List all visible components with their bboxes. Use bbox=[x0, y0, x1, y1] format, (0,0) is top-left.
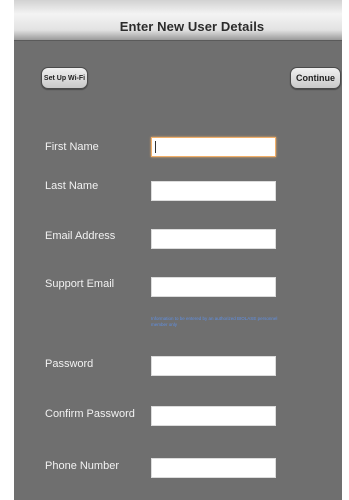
support-email-label: Support Email bbox=[45, 278, 115, 290]
set-up-wifi-button[interactable]: Set Up Wi-Fi bbox=[41, 67, 88, 89]
confirm-password-label: Confirm Password bbox=[45, 408, 135, 420]
continue-button[interactable]: Continue bbox=[290, 67, 341, 89]
support-email-note: Information to be entered by an authoriz… bbox=[151, 316, 278, 327]
phone-number-label: Phone Number bbox=[45, 460, 119, 472]
last-name-label: Last Name bbox=[45, 180, 99, 192]
support-email-field[interactable] bbox=[151, 277, 276, 297]
last-name-field[interactable] bbox=[151, 181, 276, 201]
first-name-field[interactable] bbox=[151, 137, 276, 157]
title-bar: Enter New User Details bbox=[14, 0, 342, 41]
email-address-label: Email Address bbox=[45, 230, 116, 242]
phone-number-field[interactable] bbox=[151, 458, 276, 478]
password-label: Password bbox=[45, 358, 94, 370]
email-address-field[interactable] bbox=[151, 229, 276, 249]
confirm-password-field[interactable] bbox=[151, 406, 276, 426]
first-name-label: First Name bbox=[45, 141, 99, 153]
page-title: Enter New User Details bbox=[119, 18, 265, 34]
password-field[interactable] bbox=[151, 356, 276, 376]
app-screen: Enter New User Details Set Up Wi-Fi Cont… bbox=[14, 0, 342, 500]
